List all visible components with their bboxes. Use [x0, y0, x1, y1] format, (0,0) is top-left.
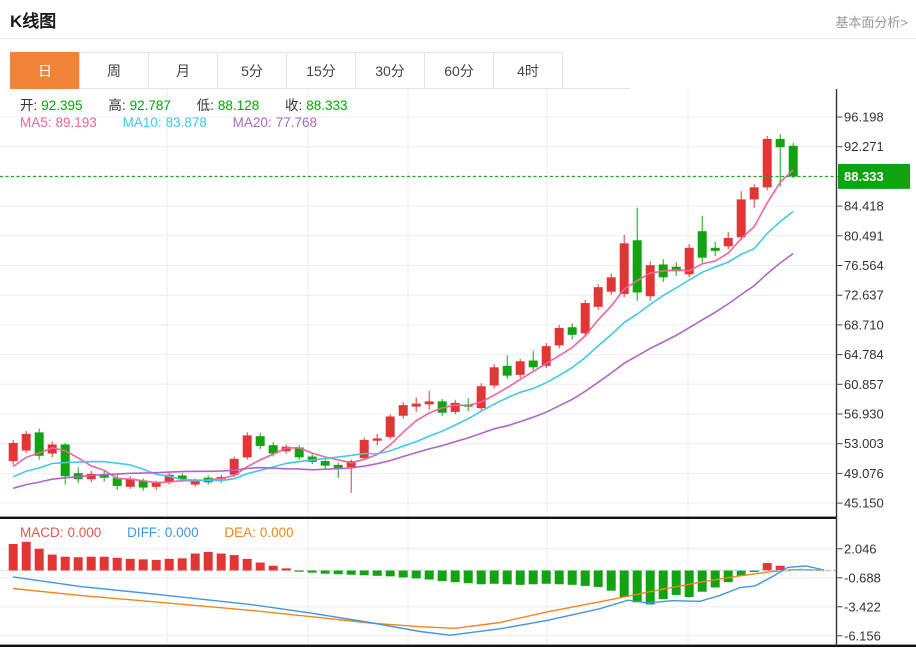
axis-labels: 96.198 92.271 88.333 84.418 80.491 76.564 72.6…: [838, 110, 911, 644]
svg-text:92.271: 92.271: [844, 139, 884, 154]
page-title: K线图: [10, 7, 56, 32]
tab-周[interactable]: 周: [79, 52, 149, 89]
svg-text:2.046: 2.046: [844, 541, 877, 556]
svg-text:96.198: 96.198: [844, 110, 884, 125]
svg-text:84.418: 84.418: [844, 199, 884, 214]
svg-text:60.857: 60.857: [844, 377, 884, 392]
tab-filler: [562, 52, 630, 89]
period-tabs: 日周月5分15分30分60分4时: [10, 52, 916, 89]
svg-text:56.930: 56.930: [844, 407, 884, 422]
svg-text:88.333: 88.333: [844, 169, 884, 184]
chart-svg: 96.198 92.271 88.333 84.418 80.491 76.564 72.6…: [0, 89, 916, 648]
ma10-line: [13, 212, 793, 481]
tab-4时[interactable]: 4时: [493, 52, 563, 89]
ma5-line: [13, 170, 793, 483]
svg-text:45.150: 45.150: [844, 496, 884, 511]
svg-text:53.003: 53.003: [844, 436, 884, 451]
tab-15分[interactable]: 15分: [286, 52, 356, 89]
kline-chart-canvas[interactable]: 96.198 92.271 88.333 84.418 80.491 76.564 72.6…: [0, 89, 916, 648]
chart-area: 开:92.395 高:92.787 低:88.128 收:88.333 MA5:…: [0, 89, 916, 648]
svg-text:-6.156: -6.156: [844, 628, 881, 643]
svg-text:-3.422: -3.422: [844, 599, 881, 614]
macd-histogram-layer: [9, 542, 798, 605]
tab-5分[interactable]: 5分: [217, 52, 287, 89]
candles-layer: [9, 134, 798, 492]
tab-日[interactable]: 日: [10, 52, 80, 89]
svg-text:68.710: 68.710: [844, 317, 884, 332]
tab-60分[interactable]: 60分: [424, 52, 494, 89]
svg-text:64.784: 64.784: [844, 347, 884, 362]
svg-text:49.076: 49.076: [844, 466, 884, 481]
kline-page: { "header": { "title": "K线图", "link": "基…: [0, 0, 916, 648]
tab-30分[interactable]: 30分: [355, 52, 425, 89]
svg-text:80.491: 80.491: [844, 228, 884, 243]
tab-月[interactable]: 月: [148, 52, 218, 89]
svg-text:76.564: 76.564: [844, 258, 884, 273]
fundamental-analysis-link[interactable]: 基本面分析>: [835, 12, 908, 31]
svg-text:-0.688: -0.688: [844, 570, 881, 585]
bottom-border: [0, 645, 916, 647]
pane-separator: [0, 517, 837, 519]
svg-text:72.637: 72.637: [844, 288, 884, 303]
widget-header: K线图 基本面分析>: [0, 0, 916, 39]
grid-layer: [0, 89, 837, 645]
